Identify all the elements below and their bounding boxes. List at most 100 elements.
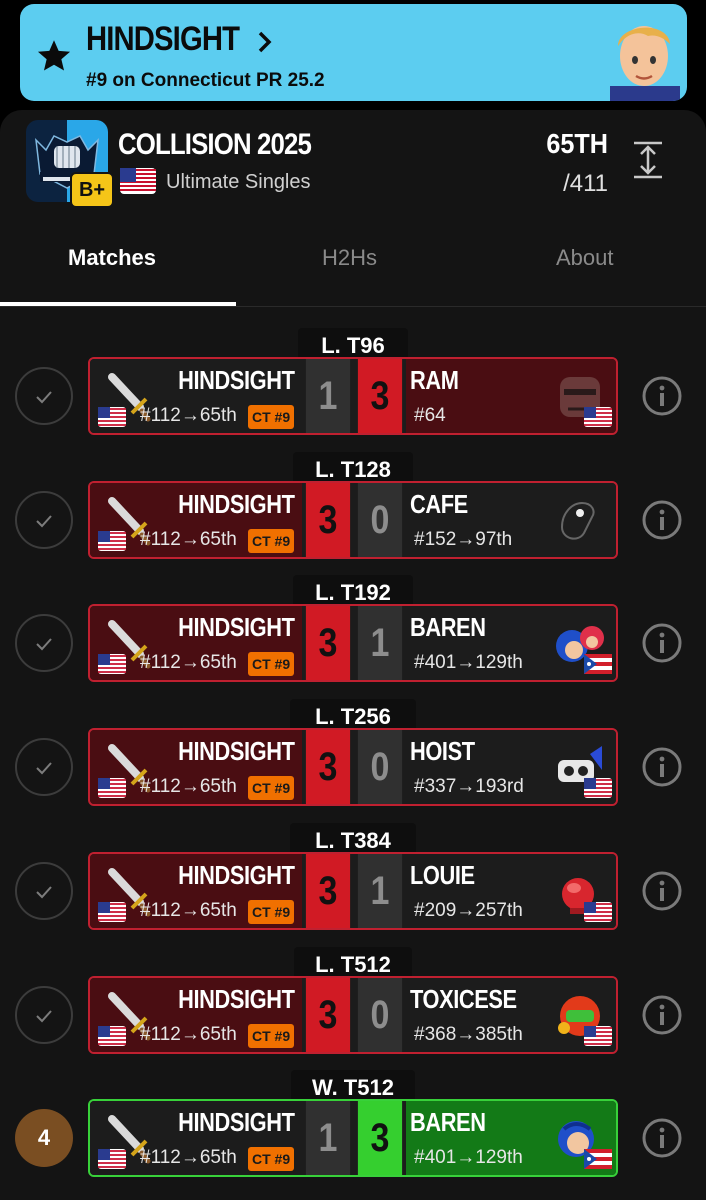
player-score: 3 [305,606,351,680]
chevron-right-icon[interactable] [256,30,274,54]
match-card[interactable]: #112→65th CT #9 HINDSIGHT 3 0 CAFE #152→… [88,481,618,559]
player-rank: #112→65th [140,652,237,673]
us-flag-icon [584,1026,612,1046]
player-name[interactable]: HINDSIGHT [178,984,295,1015]
completed-check-icon[interactable] [15,986,73,1044]
player-score: 3 [305,483,351,557]
player-name[interactable]: HINDSIGHT [178,365,295,396]
opponent-name[interactable]: TOXICESE [410,984,517,1015]
info-icon[interactable] [641,870,683,912]
match-card[interactable]: #112→65th CT #9 HINDSIGHT 1 3 BAREN #401… [88,1099,618,1177]
opponent-rank: #152→97th [414,529,513,550]
completed-check-icon[interactable] [15,862,73,920]
player-rank: #112→65th [140,405,237,426]
player-name[interactable]: HINDSIGHT [178,736,295,767]
player-score: 1 [305,1101,351,1175]
opponent-name[interactable]: BAREN [410,1107,486,1138]
mii-avatar-icon [610,26,680,101]
character-icon [560,501,595,540]
region-badge: CT #9 [248,900,295,924]
player-rank: #112→65th [140,1024,237,1045]
player-name[interactable]: HINDSIGHT [178,1107,295,1138]
player-score: 3 [305,854,351,928]
opponent-score: 0 [357,730,403,804]
opponent-rank: #368→385th [414,1024,523,1045]
opponent-score: 3 [357,1101,403,1175]
seed-badge[interactable]: 4 [15,1109,73,1167]
opponent-score: 1 [357,854,403,928]
player-rank: #112→65th [140,1147,237,1168]
player-rank: #112→65th [140,900,237,921]
opponent-score: 1 [357,606,403,680]
opponent-score: 3 [357,359,403,433]
region-badge: CT #9 [248,652,295,676]
placement: 65TH [546,128,608,159]
opponent-name[interactable]: LOUIE [410,860,475,891]
match-card[interactable]: #112→65th CT #9 HINDSIGHT 1 3 RAM #64 [88,357,618,435]
match-card[interactable]: #112→65th CT #9 HINDSIGHT 3 1 LOUIE #209… [88,852,618,930]
match-card[interactable]: #112→65th CT #9 HINDSIGHT 3 0 HOIST #337… [88,728,618,806]
opponent-name[interactable]: HOIST [410,736,475,767]
info-icon[interactable] [641,746,683,788]
info-icon[interactable] [641,499,683,541]
player-score: 3 [305,730,351,804]
region-badge: CT #9 [248,1024,295,1048]
tab-divider [0,306,706,307]
expand-icon[interactable] [626,140,670,180]
opponent-name[interactable]: CAFE [410,489,468,520]
completed-check-icon[interactable] [15,614,73,672]
event-type: Ultimate Singles [166,171,311,193]
tab-matches[interactable]: Matches [68,245,156,271]
region-badge: CT #9 [248,529,295,553]
tab-about[interactable]: About [556,245,614,271]
us-flag-icon [584,778,612,798]
opponent-name[interactable]: RAM [410,365,459,396]
player-name[interactable]: HINDSIGHT [178,489,295,520]
player-rank: #112→65th [140,529,237,550]
completed-check-icon[interactable] [15,367,73,425]
us-flag-icon [120,168,156,194]
match-card[interactable]: #112→65th CT #9 HINDSIGHT 3 0 TOXICESE #… [88,976,618,1054]
opponent-rank: #401→129th [414,652,523,673]
region-badge: CT #9 [248,405,295,429]
pr-flag-icon [584,1149,612,1169]
us-flag-icon [98,654,126,674]
banner-player-name: HINDSIGHT [86,20,240,58]
completed-check-icon[interactable] [15,491,73,549]
opponent-name[interactable]: BAREN [410,612,486,643]
opponent-rank: #401→129th [414,1147,523,1168]
info-icon[interactable] [641,1117,683,1159]
region-badge: CT #9 [248,1147,295,1171]
grade-badge: B+ [70,172,114,208]
us-flag-icon [584,407,612,427]
match-card[interactable]: #112→65th CT #9 HINDSIGHT 3 1 BAREN #401… [88,604,618,682]
opponent-rank: #64 [414,405,446,426]
us-flag-icon [98,1149,126,1169]
info-icon[interactable] [641,994,683,1036]
player-score: 3 [305,978,351,1052]
star-icon[interactable] [36,38,72,74]
player-name[interactable]: HINDSIGHT [178,860,295,891]
completed-check-icon[interactable] [15,738,73,796]
us-flag-icon [584,902,612,922]
us-flag-icon [98,778,126,798]
us-flag-icon [98,1026,126,1046]
opponent-score: 0 [357,483,403,557]
opponent-score: 0 [357,978,403,1052]
tournament-title[interactable]: COLLISION 2025 [118,128,312,162]
region-badge: CT #9 [248,776,295,800]
us-flag-icon [98,407,126,427]
us-flag-icon [98,902,126,922]
entrant-count: /411 [563,170,608,197]
player-rank: #112→65th [140,776,237,797]
info-icon[interactable] [641,375,683,417]
tab-h2hs[interactable]: H2Hs [322,245,377,271]
player-score: 1 [305,359,351,433]
pr-flag-icon [584,654,612,674]
info-icon[interactable] [641,622,683,664]
opponent-rank: #209→257th [414,900,523,921]
banner-subtitle: #9 on Connecticut PR 25.2 [86,70,325,91]
player-name[interactable]: HINDSIGHT [178,612,295,643]
opponent-rank: #337→193rd [414,776,524,797]
player-banner[interactable]: HINDSIGHT #9 on Connecticut PR 25.2 [20,4,687,101]
